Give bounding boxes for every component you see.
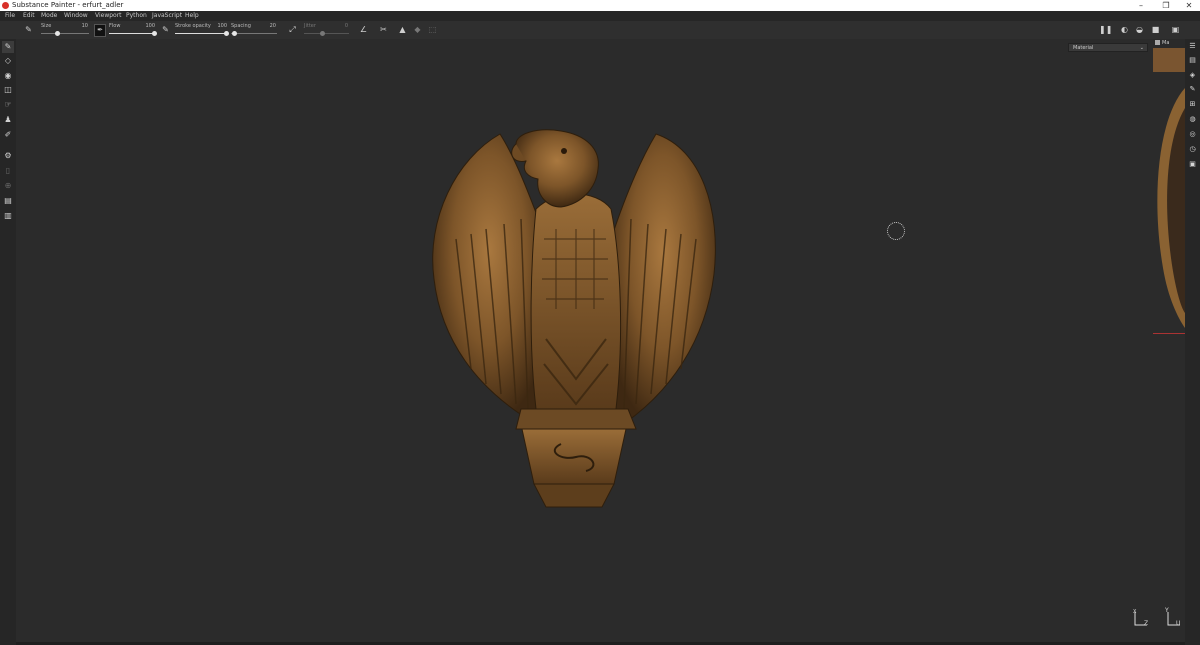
shader-icon[interactable]: ◍ xyxy=(1187,114,1198,125)
symmetry-icon[interactable]: ⤢ xyxy=(287,24,298,35)
color-picker-icon[interactable]: ✐ xyxy=(2,129,14,141)
pause-render-icon[interactable]: ❚❚ xyxy=(1099,24,1112,35)
view-mode-icon[interactable]: ◐ xyxy=(1119,24,1130,35)
brush-preset-icon[interactable]: ✎ xyxy=(23,24,34,35)
paint-brush-icon[interactable]: ✎ xyxy=(2,41,14,53)
camera-icon[interactable]: ■ xyxy=(1150,24,1161,35)
size-value[interactable]: 10 xyxy=(78,23,88,29)
display-settings-icon[interactable]: ◎ xyxy=(1187,129,1198,140)
3d-viewport[interactable]: Z X Y U xyxy=(16,39,1180,643)
left-toolbar: ✎ ◇ ◉ ◫ ☞ ♟ ✐ ⚙ ▯ ⊕ ▤ ▥ xyxy=(0,39,16,645)
spacing-slider-handle[interactable] xyxy=(232,31,237,36)
brush-color-swatch[interactable]: ✒ xyxy=(94,24,106,37)
menu-edit[interactable]: Edit xyxy=(23,11,35,21)
spacing-slider[interactable] xyxy=(231,33,277,34)
pen-pressure-icon[interactable]: ✎ xyxy=(160,24,171,35)
history-icon[interactable]: ◷ xyxy=(1187,144,1198,155)
menu-javascript[interactable]: JavaScript xyxy=(152,11,182,21)
layers-panel-icon[interactable]: ☰ xyxy=(1187,41,1198,52)
eagle-model xyxy=(432,129,716,508)
paint-through-icon[interactable]: ◆ xyxy=(412,24,423,35)
angle-icon[interactable]: ∠ xyxy=(358,24,369,35)
size-slider-handle[interactable] xyxy=(55,31,60,36)
texture-set-icon[interactable]: ▤ xyxy=(1187,55,1198,66)
export-icon[interactable]: ▥ xyxy=(2,210,14,222)
jitter-slider-handle[interactable] xyxy=(320,31,325,36)
panel-icon xyxy=(1155,40,1160,45)
log-icon[interactable]: ▣ xyxy=(1187,159,1198,170)
window-title: Substance Painter - erfurt_adler xyxy=(12,1,124,9)
tool-properties-bar: ✎ Size 10 ✒ Flow 100 ✎ Stroke opacity 10… xyxy=(0,21,1200,40)
app-logo-icon xyxy=(2,2,9,9)
opacity-slider[interactable] xyxy=(175,33,227,34)
opacity-value[interactable]: 100 xyxy=(212,23,227,29)
minimize-button[interactable]: – xyxy=(1130,0,1152,11)
menu-python[interactable]: Python xyxy=(126,11,147,21)
axis-label-y: Y xyxy=(1165,607,1169,614)
lazy-mouse-icon[interactable]: ✂ xyxy=(378,24,389,35)
2d-view-tab[interactable]: Ma xyxy=(1153,39,1185,48)
flow-label: Flow xyxy=(109,23,121,29)
jitter-label: Jitter xyxy=(304,23,316,29)
menu-mode[interactable]: Mode xyxy=(41,11,57,21)
menu-bar: File Edit Mode Window Viewport Python Ja… xyxy=(0,11,1200,21)
size-label: Size xyxy=(41,23,52,29)
brush-settings-icon[interactable]: ✎ xyxy=(1187,84,1198,95)
flow-value[interactable]: 100 xyxy=(141,23,155,29)
grid-icon[interactable]: ⊞ xyxy=(1187,99,1198,110)
menu-viewport[interactable]: Viewport xyxy=(95,11,122,21)
close-button[interactable]: ✕ xyxy=(1178,0,1200,11)
opacity-slider-handle[interactable] xyxy=(224,31,229,36)
eraser-icon[interactable]: ◇ xyxy=(2,55,14,67)
2d-view-tab-label: Ma xyxy=(1162,40,1170,46)
clone-stamp-icon[interactable]: ♟ xyxy=(2,114,14,126)
environment-icon[interactable]: ◒ xyxy=(1134,24,1145,35)
text-tool-icon[interactable]: ▤ xyxy=(2,195,14,207)
flow-slider-handle[interactable] xyxy=(152,31,157,36)
backface-culling-icon[interactable]: ▲ xyxy=(397,24,408,35)
channel-dropdown-value: Material xyxy=(1073,45,1094,51)
menu-help[interactable]: Help xyxy=(185,11,199,21)
axis-label-x: X xyxy=(1133,609,1137,615)
polygon-fill-icon[interactable]: ◫ xyxy=(2,84,14,96)
maximize-button[interactable]: ❐ xyxy=(1155,0,1177,11)
layer-stack-icon[interactable]: ◈ xyxy=(1187,70,1198,81)
2d-view-panel[interactable]: Ma xyxy=(1153,39,1185,334)
chevron-down-icon: ⌄ xyxy=(1139,45,1144,51)
channel-dropdown[interactable]: Material ⌄ xyxy=(1068,43,1148,52)
right-dock: ☰ ▤ ◈ ✎ ⊞ ◍ ◎ ◷ ▣ xyxy=(1185,39,1200,645)
jitter-slider[interactable] xyxy=(304,33,349,34)
size-slider[interactable] xyxy=(41,33,89,34)
spacing-label: Spacing xyxy=(231,23,251,29)
flow-slider[interactable] xyxy=(109,33,156,34)
jitter-value[interactable]: 0 xyxy=(340,23,348,29)
disabled-tool-icon[interactable]: ▯ xyxy=(2,165,14,177)
disabled-tool-2-icon[interactable]: ⊕ xyxy=(2,180,14,192)
projection-icon[interactable]: ◉ xyxy=(2,70,14,82)
axis-label-u: U xyxy=(1176,620,1181,627)
spacing-value[interactable]: 20 xyxy=(264,23,276,29)
menu-file[interactable]: File xyxy=(5,11,15,21)
menu-window[interactable]: Window xyxy=(64,11,88,21)
line-mode-icon[interactable]: ⬚ xyxy=(427,24,438,35)
axis-label-z: Z xyxy=(1144,620,1149,627)
bake-icon[interactable]: ⚙ xyxy=(2,150,14,162)
uv-texture-preview xyxy=(1153,48,1185,334)
brush-cursor xyxy=(887,222,905,240)
screenshot-icon[interactable]: ▣ xyxy=(1170,24,1181,35)
title-bar: Substance Painter - erfurt_adler – ❐ ✕ xyxy=(0,0,1200,11)
opacity-label: Stroke opacity xyxy=(175,23,211,29)
smudge-icon[interactable]: ☞ xyxy=(2,99,14,111)
